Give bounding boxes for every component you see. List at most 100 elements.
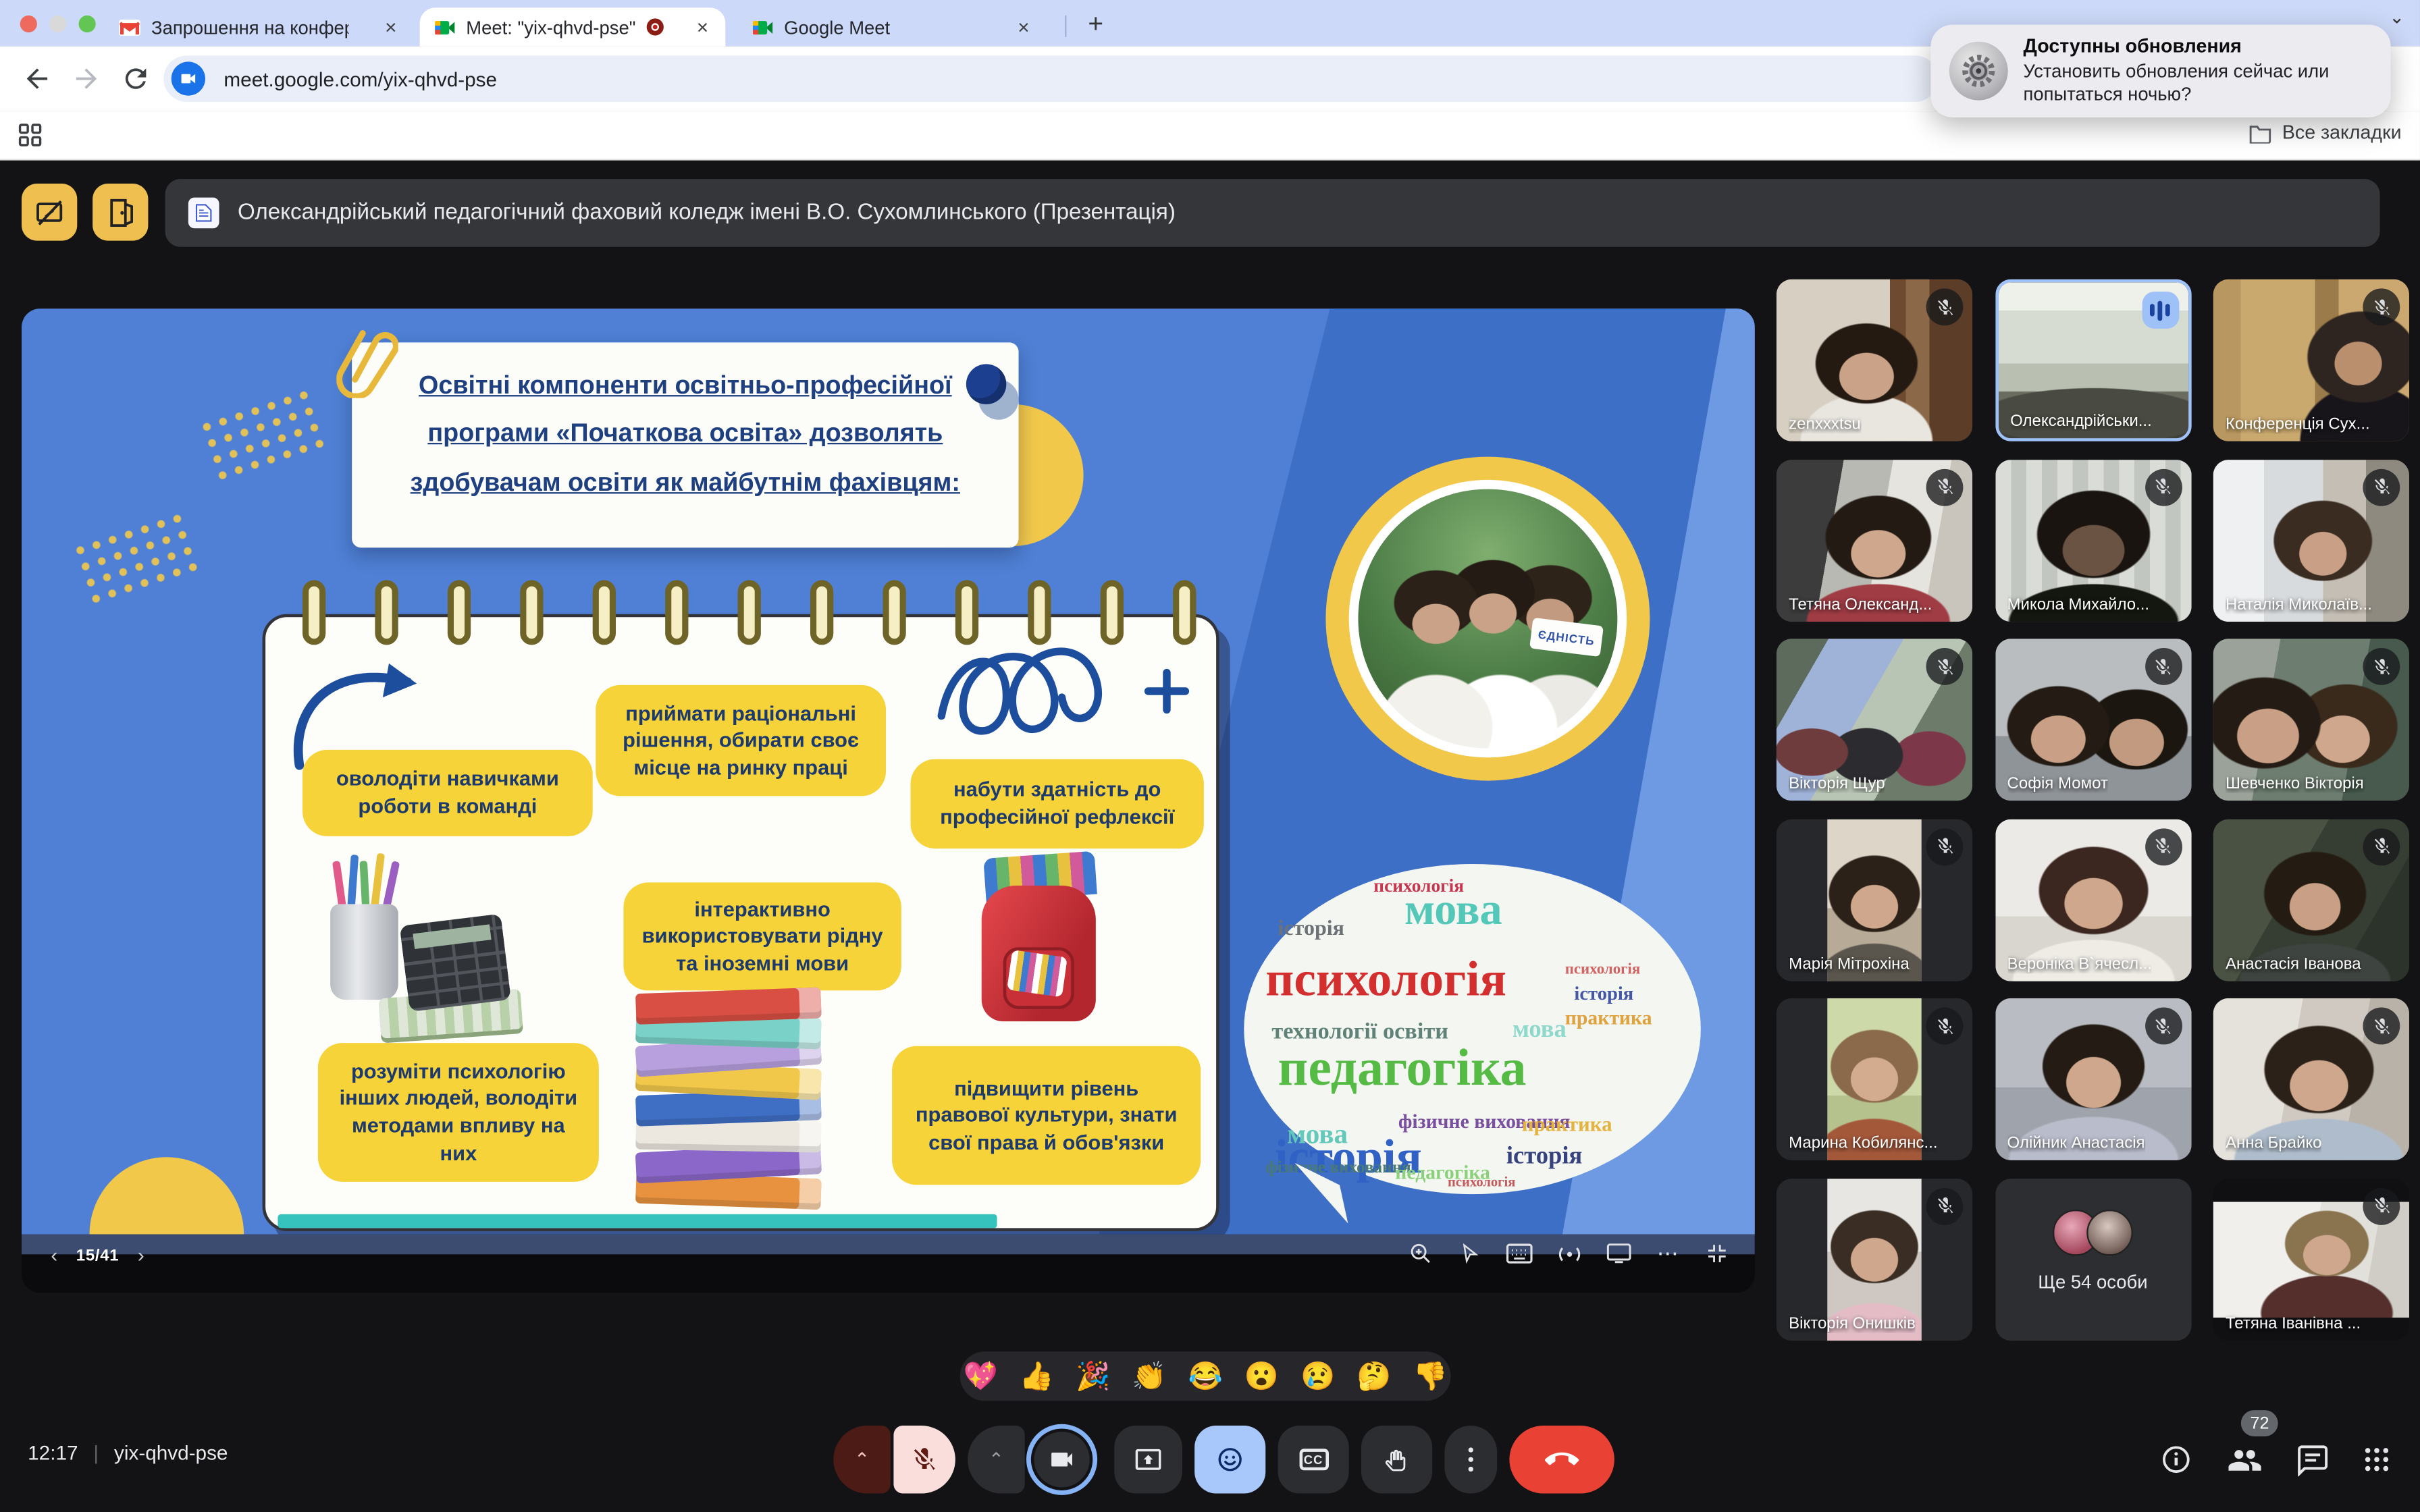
- notification-body: Установить обновления сейчас или попытат…: [2024, 60, 2373, 107]
- participant-name: Анастасія Іванова: [2226, 954, 2361, 973]
- tab-separator: [1065, 16, 1066, 37]
- camera-button[interactable]: [1031, 1429, 1093, 1490]
- participant-tile[interactable]: Вікторія Щур: [1777, 639, 1972, 801]
- reaction-emoji-button[interactable]: 💖: [963, 1362, 997, 1390]
- participant-tile[interactable]: zenxxxtsu: [1777, 279, 1972, 441]
- laser-icon[interactable]: [1556, 1241, 1582, 1267]
- more-options-button[interactable]: [1444, 1426, 1497, 1494]
- exit-fullscreen-icon[interactable]: [1704, 1241, 1730, 1267]
- present-screen-button[interactable]: [1114, 1426, 1182, 1494]
- minimize-window-button[interactable]: [49, 16, 66, 32]
- captions-button[interactable]: CC: [1278, 1426, 1349, 1494]
- stop-presenting-button[interactable]: [22, 184, 77, 241]
- tab-meet-call[interactable]: Meet: "yix-qhvd-pse" ×: [420, 7, 726, 46]
- zoom-in-icon[interactable]: [1408, 1241, 1434, 1267]
- end-call-button[interactable]: [1509, 1426, 1614, 1494]
- all-bookmarks[interactable]: Все закладки: [2248, 122, 2402, 144]
- participant-name: Софія Момот: [2007, 774, 2108, 792]
- reactions-bar: 💖 👍 🎉 👏 😂 😮 😢 🤔 👎: [960, 1351, 1451, 1401]
- apps-grid-icon[interactable]: [18, 124, 41, 146]
- show-people-button[interactable]: [2226, 1441, 2263, 1478]
- back-icon[interactable]: [22, 63, 53, 94]
- new-tab-button[interactable]: +: [1079, 6, 1113, 43]
- more-participants-tile[interactable]: Ще 54 особи: [1995, 1178, 2190, 1340]
- mic-muted-icon: [2363, 648, 2400, 685]
- reaction-emoji-button[interactable]: 👍: [1020, 1362, 1054, 1390]
- participant-tile[interactable]: Тетяна Іванівна ...: [2213, 1178, 2409, 1340]
- participant-tile[interactable]: Вероніка В`ячесл...: [1995, 819, 2190, 981]
- spiral-loop: [810, 580, 833, 645]
- close-tab-icon[interactable]: ×: [1015, 16, 1032, 38]
- tab-title: Запрошення на конференці: [151, 16, 349, 38]
- camera-options-chevron[interactable]: ⌃: [968, 1426, 1025, 1494]
- participant-tile[interactable]: Марія Мітрохіна: [1777, 819, 1972, 981]
- participant-tile[interactable]: Олександрійськи...: [1995, 279, 2190, 441]
- next-slide-icon[interactable]: ›: [133, 1243, 149, 1266]
- participant-tile[interactable]: Вікторія Онишків: [1777, 1178, 1972, 1340]
- spiral-loop: [883, 580, 905, 645]
- reaction-emoji-button[interactable]: 😢: [1300, 1362, 1335, 1390]
- mic-muted-icon: [1926, 648, 1964, 685]
- books-stack-image: [621, 994, 852, 1219]
- zoom-window-button[interactable]: [79, 16, 96, 32]
- participant-tile[interactable]: Тетяна Олександ...: [1777, 459, 1972, 621]
- close-window-button[interactable]: [20, 16, 37, 32]
- mic-options-chevron[interactable]: ⌃: [833, 1426, 891, 1494]
- url-field[interactable]: meet.google.com/yix-qhvd-pse: [163, 55, 1939, 102]
- tab-title: Meet: "yix-qhvd-pse": [466, 16, 635, 38]
- previous-slide-icon[interactable]: ‹: [47, 1243, 63, 1266]
- participant-name: Тетяна Іванівна ...: [2226, 1314, 2361, 1332]
- tab-google-meet[interactable]: Google Meet ×: [738, 7, 1047, 46]
- reaction-emoji-button[interactable]: 👎: [1413, 1362, 1447, 1390]
- mic-muted-icon: [1926, 468, 1964, 506]
- mic-mute-button[interactable]: [893, 1426, 955, 1494]
- mic-muted-icon: [1926, 828, 1964, 865]
- participant-tile[interactable]: Шевченко Вікторія: [2213, 639, 2409, 801]
- meeting-details-button[interactable]: [2157, 1441, 2194, 1478]
- mic-muted-icon: [1926, 288, 1964, 325]
- participant-tile[interactable]: Марина Кобилянс...: [1777, 998, 1972, 1160]
- presentation-stage: Освітні компоненти освітньо-професійної …: [22, 308, 1755, 1293]
- participant-tile[interactable]: Софія Момот: [1995, 639, 2190, 801]
- more-options-icon[interactable]: ⋯: [1654, 1241, 1681, 1267]
- info-icon: [2161, 1444, 2192, 1475]
- participant-tile[interactable]: Конференція Сух...: [2213, 279, 2409, 441]
- meet-icon: [433, 16, 455, 38]
- participant-tile[interactable]: Наталія Миколаїв...: [2213, 459, 2409, 621]
- forward-icon[interactable]: [71, 63, 102, 94]
- reaction-emoji-button[interactable]: 🎉: [1076, 1362, 1110, 1390]
- participant-name: Олександрійськи...: [2010, 412, 2152, 430]
- raise-hand-button[interactable]: [1361, 1426, 1432, 1494]
- participant-tile[interactable]: Микола Михайло...: [1995, 459, 2190, 621]
- paperclip-icon: [336, 318, 398, 398]
- dots-decoration: [70, 508, 205, 610]
- participant-tile[interactable]: Анастасія Іванова: [2213, 819, 2409, 981]
- close-tab-icon[interactable]: ×: [693, 16, 711, 38]
- leave-room-button[interactable]: [93, 184, 148, 241]
- reaction-emoji-button[interactable]: 🤔: [1357, 1362, 1391, 1390]
- people-icon: [2226, 1442, 2262, 1478]
- close-tab-icon[interactable]: ×: [382, 16, 399, 38]
- participant-tile[interactable]: Анна Брайко: [2213, 998, 2409, 1160]
- participant-tile[interactable]: Олійник Анастасія: [1995, 998, 2190, 1160]
- chat-button[interactable]: [2294, 1441, 2331, 1478]
- slide-title-card: Освітні компоненти освітньо-професійної …: [352, 342, 1018, 547]
- reload-icon[interactable]: [120, 63, 151, 94]
- activities-button[interactable]: [2359, 1441, 2396, 1478]
- mic-muted-icon: [1926, 1008, 1964, 1045]
- reaction-emoji-button[interactable]: 👏: [1132, 1362, 1166, 1390]
- recording-indicator-icon: [646, 18, 663, 35]
- slideshow-icon[interactable]: [1605, 1241, 1631, 1267]
- pointer-icon[interactable]: [1457, 1241, 1483, 1267]
- slide-bullet-box: набути здатність до професійної рефлексі…: [911, 759, 1204, 849]
- system-update-notification[interactable]: Доступны обновления Установить обновлени…: [1930, 25, 2390, 117]
- tab-search-chevron-icon[interactable]: ⌄: [2389, 6, 2404, 28]
- reaction-emoji-button[interactable]: 😂: [1188, 1362, 1222, 1390]
- reaction-emoji-button[interactable]: 😮: [1244, 1362, 1279, 1390]
- window-controls[interactable]: [20, 16, 96, 32]
- slide: Освітні компоненти освітньо-професійної …: [22, 308, 1755, 1234]
- keyboard-icon[interactable]: [1506, 1241, 1533, 1267]
- tab-gmail[interactable]: Запрошення на конференці ×: [105, 7, 413, 46]
- spiral-loop: [593, 580, 616, 645]
- reactions-toggle-button[interactable]: [1194, 1426, 1265, 1494]
